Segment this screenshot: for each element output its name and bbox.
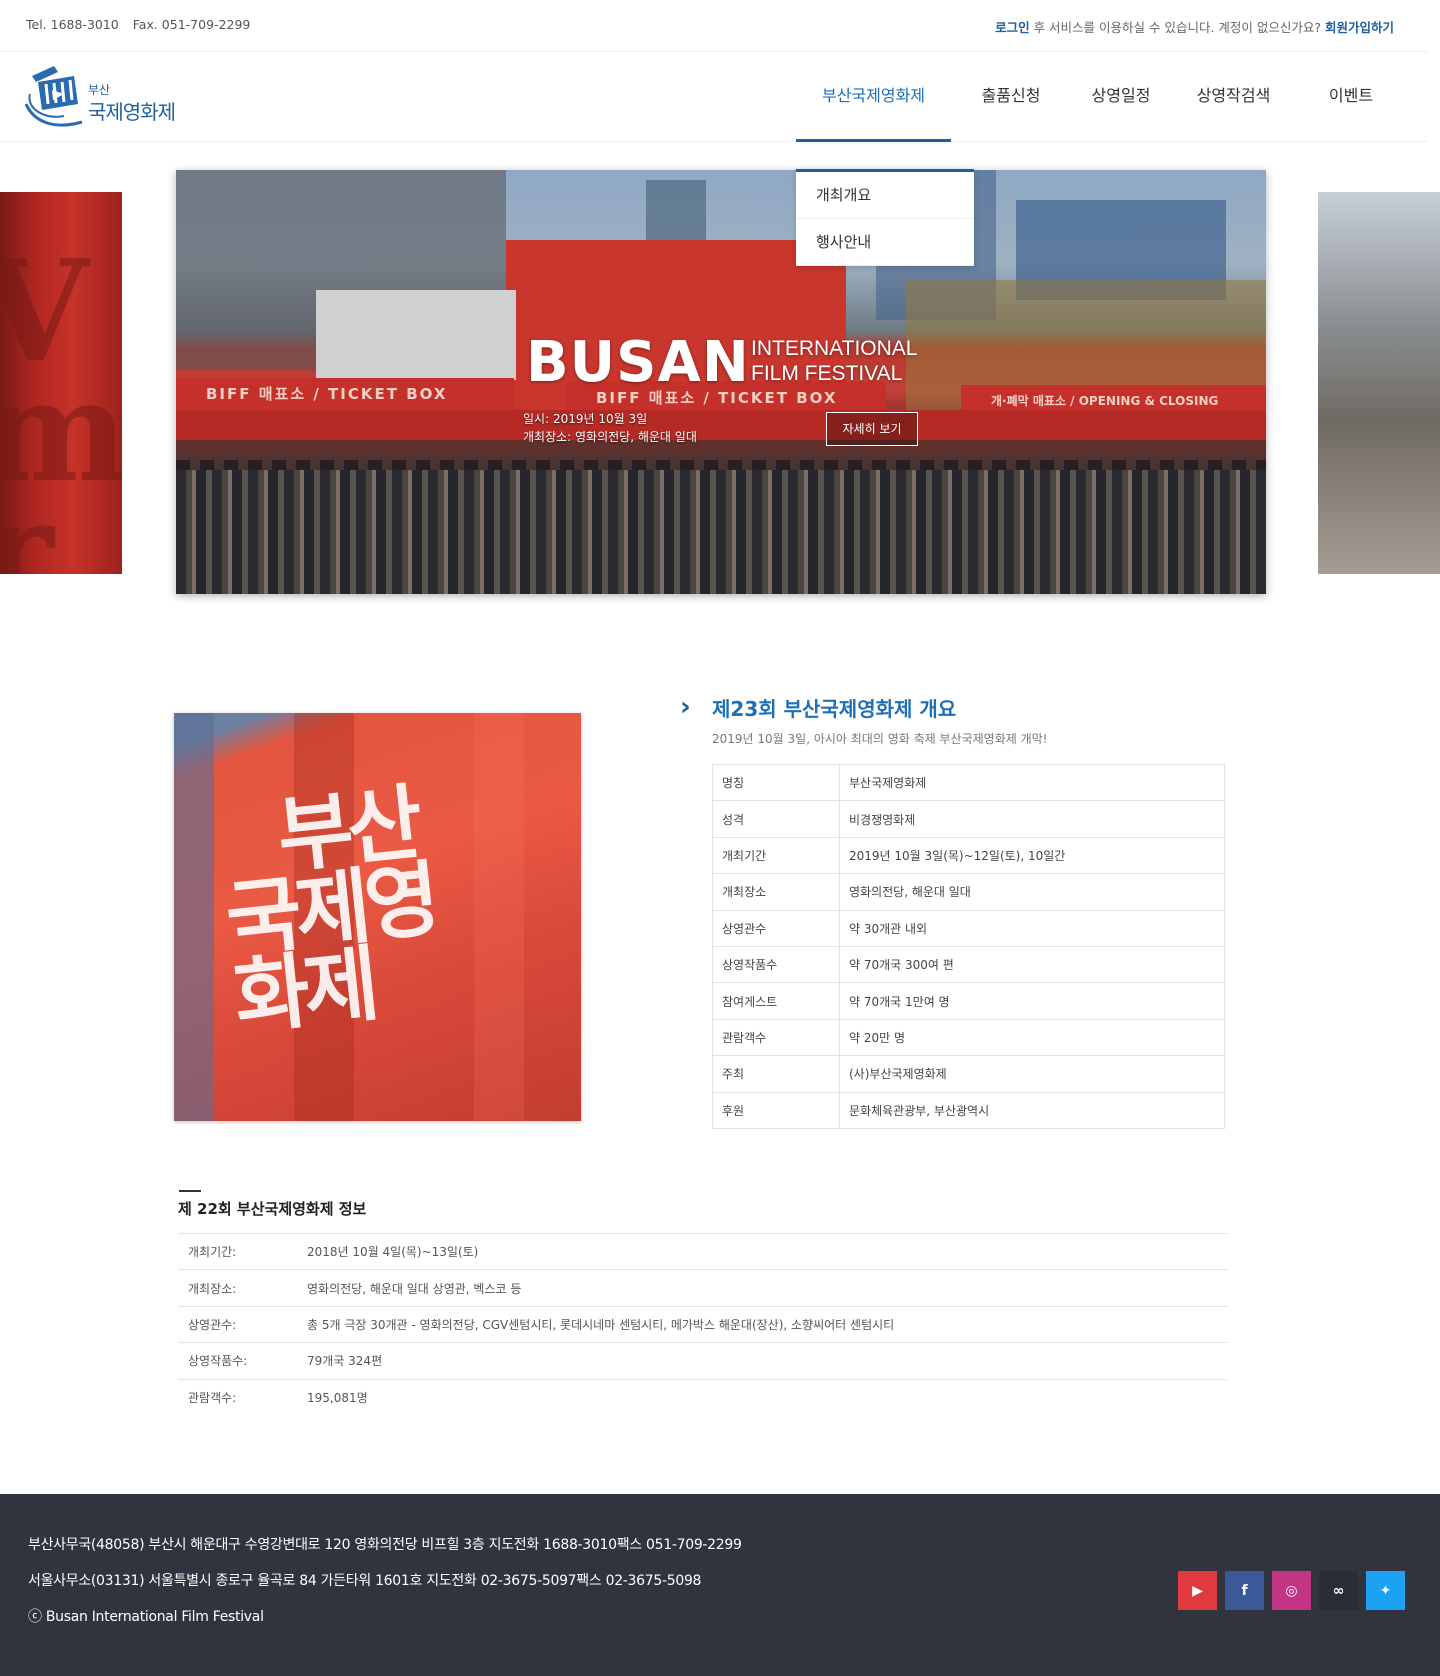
overview-value: 영화의전당, 해운대 일대 bbox=[839, 873, 1225, 911]
twitter-icon[interactable]: ✦ bbox=[1366, 1571, 1405, 1610]
overview-key: 후원 bbox=[712, 1091, 840, 1129]
previous-key: 상영작품수: bbox=[178, 1342, 307, 1380]
previous-key: 상영관수: bbox=[178, 1305, 307, 1343]
overview-row: 성격 비경쟁영화제 bbox=[712, 800, 1225, 838]
festival-flag-image: 부산 국제영 화제 bbox=[174, 713, 581, 1121]
overview-key: 참여게스트 bbox=[712, 982, 840, 1020]
ticket-box-sign-1: BIFF 매표소 / TICKET BOX bbox=[176, 378, 514, 410]
slide-prev-image[interactable]: Vmr bbox=[0, 192, 122, 574]
section-divider bbox=[179, 1190, 201, 1192]
slide-next-image[interactable] bbox=[1318, 192, 1440, 574]
previous-value: 79개국 324편 bbox=[307, 1342, 1227, 1380]
logo-big-text: 국제영화제 bbox=[88, 100, 176, 124]
logo[interactable]: 부산 국제영화제 bbox=[24, 64, 204, 130]
login-message: 로그인 후 서비스를 이용하실 수 있습니다. 계정이 없으신가요? 회원가입하… bbox=[995, 17, 1394, 36]
social-links: ▶ f ◎ ∞ ✦ bbox=[1178, 1571, 1405, 1610]
previous-key: 개최장소: bbox=[178, 1269, 307, 1307]
contact-info: Tel. 1688-3010 Fax. 051-709-2299 bbox=[26, 17, 250, 32]
instagram-icon[interactable]: ◎ bbox=[1272, 1571, 1311, 1610]
overview-key: 주최 bbox=[712, 1055, 840, 1093]
banner-title: BUSAN bbox=[526, 330, 750, 395]
nav-item-schedule[interactable]: 상영일정 bbox=[1071, 52, 1171, 142]
nav-item-biff[interactable]: 부산국제영화제 bbox=[796, 52, 951, 142]
overview-value: 비경쟁영화제 bbox=[839, 800, 1225, 838]
overview-row: 주최 (사)부산국제영화제 bbox=[712, 1055, 1225, 1093]
footer-seoul-office: 서울사무소(03131) 서울특별시 종로구 율곡로 84 가든타워 1601호… bbox=[28, 1573, 702, 1589]
previous-value: 2018년 10월 4일(목)~13일(토) bbox=[307, 1232, 1227, 1270]
chevron-right-icon: › bbox=[680, 692, 691, 722]
main-nav: 부산국제영화제 출품신청 상영일정 상영작검색 이벤트 bbox=[796, 52, 1406, 142]
fax-text: Fax. 051-709-2299 bbox=[132, 17, 251, 32]
footer-copyright: ⓒ Busan International Film Festival bbox=[28, 1609, 264, 1625]
dropdown-item-event-info[interactable]: 행사안내 bbox=[796, 219, 974, 266]
overview-value: 약 70개국 1만여 명 bbox=[839, 982, 1225, 1020]
banner-date: 일시: 2019년 10월 3일 bbox=[523, 412, 648, 426]
overview-value: 약 70개국 300여 편 bbox=[839, 945, 1225, 984]
previous-key: 관람객수: bbox=[178, 1378, 307, 1416]
nav-dropdown: 개최개요 행사안내 bbox=[796, 169, 974, 266]
overview-value: 부산국제영화제 bbox=[839, 763, 1225, 802]
tel-text: Tel. 1688-3010 bbox=[26, 17, 119, 32]
previous-value: 영화의전당, 해운대 일대 상영관, 벡스코 등 bbox=[307, 1269, 1227, 1307]
overview-value: (사)부산국제영화제 bbox=[839, 1055, 1225, 1093]
main-banner: BIFF 매표소 / TICKET BOX BIFF 매표소 / TICKET … bbox=[176, 170, 1266, 594]
banner-place: 개최장소: 영화의전당, 해운대 일대 bbox=[523, 430, 697, 444]
previous-row: 개최기간: 2018년 10월 4일(목)~13일(토) bbox=[178, 1232, 1227, 1270]
overview-value: 약 30개관 내외 bbox=[839, 909, 1225, 947]
previous-value: 총 5개 극장 30개관 - 영화의전당, CGV센텀시티, 롯데시네마 센텀시… bbox=[307, 1305, 1227, 1343]
overview-row: 개최장소 영화의전당, 해운대 일대 bbox=[712, 873, 1225, 911]
overview-key: 개최기간 bbox=[712, 836, 840, 875]
header: 부산 국제영화제 부산국제영화제 출품신청 상영일정 상영작검색 이벤트 bbox=[0, 52, 1428, 142]
link-icon[interactable]: ∞ bbox=[1319, 1571, 1358, 1610]
top-bar: Tel. 1688-3010 Fax. 051-709-2299 로그인 후 서… bbox=[0, 0, 1428, 52]
dropdown-item-overview[interactable]: 개최개요 bbox=[796, 172, 974, 219]
overview-subtitle: 2019년 10월 3일, 아시아 최대의 영화 축제 부산국제영화제 개막! bbox=[712, 732, 1048, 746]
previous-row: 개최장소: 영화의전당, 해운대 일대 상영관, 벡스코 등 bbox=[178, 1269, 1227, 1307]
nav-item-film-search[interactable]: 상영작검색 bbox=[1171, 52, 1296, 142]
previous-table: 개최기간: 2018년 10월 4일(목)~13일(토) 개최장소: 영화의전당, 해… bbox=[178, 1232, 1227, 1416]
previous-value: 195,081명 bbox=[307, 1378, 1227, 1416]
overview-value: 약 20만 명 bbox=[839, 1018, 1225, 1057]
flag-lettering: 부산 국제영 화제 bbox=[221, 774, 439, 1047]
facebook-icon[interactable]: f bbox=[1225, 1571, 1264, 1610]
overview-row: 관람객수 약 20만 명 bbox=[712, 1018, 1225, 1057]
overview-row: 개최기간 2019년 10월 3일(목)~12일(토), 10일간 bbox=[712, 836, 1225, 875]
overview-row: 명칭 부산국제영화제 bbox=[712, 763, 1225, 802]
overview-key: 개최장소 bbox=[712, 873, 840, 911]
overview-key: 성격 bbox=[712, 800, 840, 838]
previous-row: 상영작품수: 79개국 324편 bbox=[178, 1342, 1227, 1380]
nav-item-submission[interactable]: 출품신청 bbox=[951, 52, 1071, 142]
logo-mark-icon bbox=[24, 66, 83, 127]
footer: 부산사무국(48058) 부산시 해운대구 수영강변대로 120 영화의전당 비… bbox=[0, 1494, 1440, 1676]
overview-key: 상영작품수 bbox=[712, 945, 840, 984]
overview-value: 2019년 10월 3일(목)~12일(토), 10일간 bbox=[839, 836, 1225, 875]
banner-meta: 일시: 2019년 10월 3일 개최장소: 영화의전당, 해운대 일대 bbox=[523, 410, 697, 446]
overview-row: 참여게스트 약 70개국 1만여 명 bbox=[712, 982, 1225, 1020]
login-text: 후 서비스를 이용하실 수 있습니다. 계정이 없으신가요? bbox=[1029, 20, 1325, 35]
overview-value: 문화체육관광부, 부산광역시 bbox=[839, 1091, 1225, 1129]
overview-row: 후원 문화체육관광부, 부산광역시 bbox=[712, 1091, 1225, 1129]
footer-busan-office: 부산사무국(48058) 부산시 해운대구 수영강변대로 120 영화의전당 비… bbox=[28, 1537, 742, 1553]
signup-link[interactable]: 회원가입하기 bbox=[1325, 20, 1394, 35]
previous-title: 제 22회 부산국제영화제 정보 bbox=[178, 1200, 367, 1218]
overview-key: 명칭 bbox=[712, 763, 840, 802]
overview-key: 상영관수 bbox=[712, 909, 840, 947]
youtube-icon[interactable]: ▶ bbox=[1178, 1571, 1217, 1610]
overview-row: 상영작품수 약 70개국 300여 편 bbox=[712, 945, 1225, 984]
previous-row: 상영관수: 총 5개 극장 30개관 - 영화의전당, CGV센텀시티, 롯데시네… bbox=[178, 1305, 1227, 1343]
detail-button[interactable]: 자세히 보기 bbox=[826, 412, 918, 446]
login-link[interactable]: 로그인 bbox=[995, 20, 1030, 35]
banner-subtitle: INTERNATIONAL FILM FESTIVAL bbox=[751, 337, 918, 385]
nav-item-event[interactable]: 이벤트 bbox=[1296, 52, 1406, 142]
overview-table: 명칭 부산국제영화제 성격 비경쟁영화제 개최기간 2019년 10월 3일(목)~12일… bbox=[712, 763, 1225, 1129]
overview-row: 상영관수 약 30개관 내외 bbox=[712, 909, 1225, 947]
previous-row: 관람객수: 195,081명 bbox=[178, 1378, 1227, 1416]
previous-key: 개최기간: bbox=[178, 1232, 307, 1270]
overview-title: 제23회 부산국제영화제 개요 bbox=[712, 697, 957, 721]
overview-key: 관람객수 bbox=[712, 1018, 840, 1057]
